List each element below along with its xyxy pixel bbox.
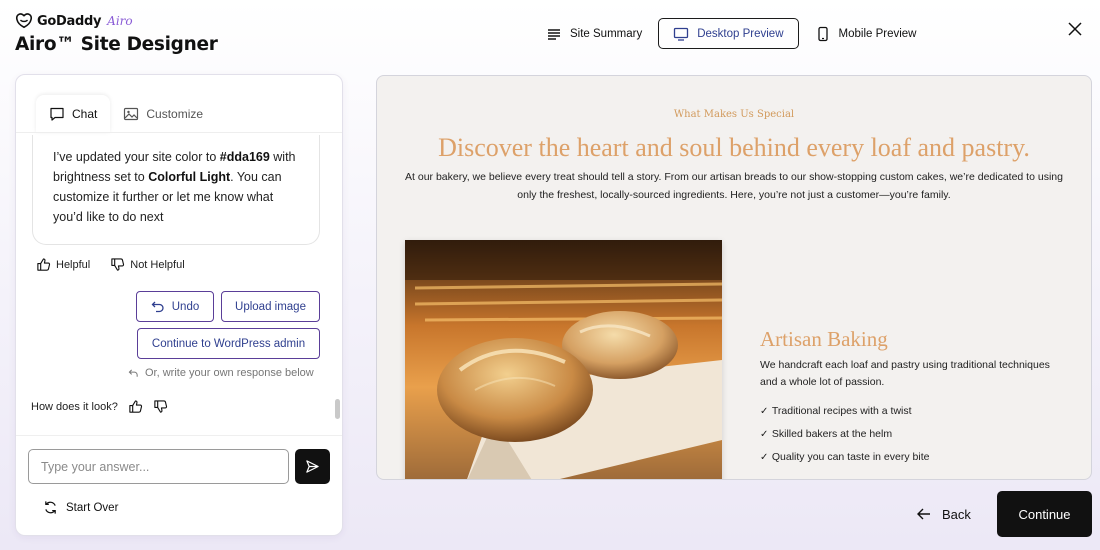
section-kicker: What Makes Us Special — [673, 109, 795, 120]
back-button[interactable]: Back — [916, 502, 971, 526]
desktop-preview-button[interactable]: Desktop Preview — [658, 18, 799, 49]
chat-scrollbar[interactable] — [335, 399, 340, 419]
look-question: How does it look? — [31, 400, 118, 413]
look-feedback: How does it look? — [31, 399, 168, 414]
list-item: Skilled bakers at the helm — [760, 426, 929, 449]
bread-oven-illustration — [405, 240, 722, 479]
assistant-message: I’ve updated your site color to #dda169 … — [32, 135, 320, 245]
continue-wordpress-label: Continue to WordPress admin — [151, 337, 306, 350]
tab-chat-label: Chat — [72, 107, 98, 121]
site-summary-label: Site Summary — [570, 27, 643, 40]
mobile-icon — [817, 26, 828, 41]
intro-line: only the freshest, locally-sourced ingre… — [517, 189, 951, 201]
assistant-panel: Chat Customize I’ve updated your site co… — [15, 74, 343, 536]
image-icon — [124, 107, 139, 121]
preview-mode-nav: Site Summary Desktop Preview Mobile Prev… — [530, 18, 933, 49]
site-summary-button[interactable]: Site Summary — [530, 18, 658, 49]
send-icon — [306, 460, 319, 473]
undo-icon — [151, 301, 164, 312]
message-feedback: Helpful Not Helpful — [36, 257, 185, 272]
thumbs-up-icon — [37, 258, 51, 271]
list-item: Quality you can taste in every bite — [760, 449, 930, 472]
section-intro: At our bakery, we believe every treat sh… — [397, 168, 1071, 204]
color-value: #dda169 — [219, 150, 270, 164]
back-label: Back — [942, 506, 971, 522]
app-title: Airo™ Site Designer — [15, 34, 218, 55]
tab-customize-label: Customize — [146, 107, 204, 121]
brightness-value: Colorful Light — [148, 170, 231, 184]
upload-image-label: Upload image — [235, 300, 306, 313]
feature-heading: Artisan Baking — [760, 327, 888, 351]
desktop-preview-label: Desktop Preview — [697, 27, 784, 40]
composer-divider — [16, 435, 342, 436]
refresh-icon — [45, 501, 56, 514]
hint-text: Or, write your own response below — [145, 367, 314, 379]
bread-image — [405, 240, 722, 479]
helpful-button[interactable]: Helpful — [36, 257, 90, 272]
close-icon[interactable] — [1066, 20, 1084, 38]
tab-chat[interactable]: Chat — [36, 95, 111, 133]
continue-wordpress-button[interactable]: Continue to WordPress admin — [137, 328, 320, 359]
helpful-label: Helpful — [56, 258, 91, 271]
brand-product: Airo — [107, 14, 133, 28]
arrow-left-icon — [917, 508, 930, 520]
reply-icon — [128, 368, 138, 377]
upload-image-button[interactable]: Upload image — [221, 291, 320, 322]
not-helpful-label: Not Helpful — [130, 258, 185, 271]
not-helpful-button[interactable]: Not Helpful — [110, 257, 185, 272]
undo-button[interactable]: Undo — [136, 291, 214, 322]
chat-icon — [50, 107, 64, 121]
thumbs-down-icon — [111, 258, 125, 271]
continue-button[interactable]: Continue — [997, 491, 1092, 537]
continue-label: Continue — [1018, 506, 1071, 522]
feature-list: Traditional recipes with a twist Skilled… — [760, 403, 930, 472]
feature-text: We handcraft each loaf and pastry using … — [760, 359, 1050, 388]
mobile-preview-button[interactable]: Mobile Preview — [799, 18, 933, 49]
godaddy-logo-icon — [15, 13, 33, 29]
mobile-preview-label: Mobile Preview — [838, 27, 917, 40]
start-over-label: Start Over — [66, 501, 119, 514]
desktop-icon — [674, 27, 689, 41]
panel-tabs: Chat Customize — [36, 95, 216, 133]
brand-row: GoDaddy Airo — [15, 12, 218, 30]
section-heading: Discover the heart and soul behind every… — [438, 133, 1030, 162]
response-hint: Or, write your own response below — [128, 367, 314, 379]
message-text: I’ve updated your site color to — [53, 150, 220, 164]
brand: GoDaddy Airo Airo™ Site Designer — [15, 12, 218, 55]
undo-label: Undo — [171, 300, 200, 313]
site-preview: What Makes Us Special Discover the heart… — [376, 75, 1092, 480]
send-button[interactable] — [295, 449, 330, 484]
intro-line: At our bakery, we believe every treat sh… — [405, 171, 1063, 183]
start-over-button[interactable]: Start Over — [43, 500, 118, 515]
thumbs-up-icon[interactable] — [128, 399, 143, 414]
list-item: Traditional recipes with a twist — [760, 403, 929, 426]
thumbs-down-icon[interactable] — [153, 399, 168, 414]
tab-customize[interactable]: Customize — [110, 95, 216, 133]
list-icon — [548, 28, 560, 40]
tab-divider — [16, 132, 342, 133]
answer-input[interactable] — [28, 449, 289, 484]
brand-name: GoDaddy — [37, 13, 102, 29]
